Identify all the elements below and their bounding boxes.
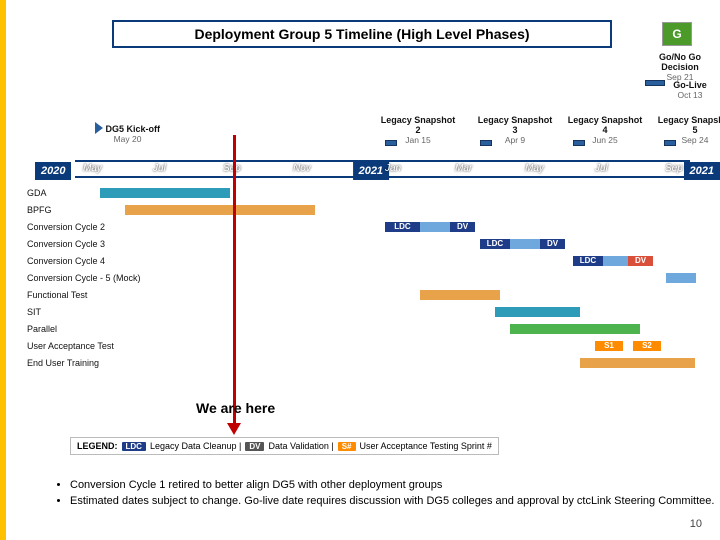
slide-accent-bar	[0, 0, 6, 540]
bar-cc3-mid	[510, 239, 540, 249]
status-chip: G	[662, 22, 692, 46]
row-label-uat: User Acceptance Test	[27, 341, 147, 351]
bar-sit	[495, 307, 580, 317]
bar-cc4-mid	[603, 256, 628, 266]
bar-uat-s2: S2	[633, 341, 661, 351]
bar-cc5	[666, 273, 696, 283]
axis-month: Jul	[153, 163, 166, 174]
milestone-golive: Go-LiveOct 13	[665, 80, 715, 100]
milestone-legacy4-bar	[573, 140, 585, 146]
bar-functional-test	[420, 290, 500, 300]
bar-cc4-ldc: LDC	[573, 256, 603, 266]
bar-bpfg	[125, 205, 315, 215]
milestone-kickoff: DG5 Kick-offMay 20	[95, 120, 160, 144]
bar-parallel	[510, 324, 640, 334]
legend-sprint-text: User Acceptance Testing Sprint #	[360, 441, 492, 451]
row-label-par: Parallel	[27, 324, 147, 334]
bar-cc2-dv: DV	[450, 222, 475, 232]
row-label-eut: End User Training	[27, 358, 147, 368]
bar-uat-s1: S1	[595, 341, 623, 351]
bar-cc3-ldc: LDC	[480, 239, 510, 249]
milestone-legacy3-bar	[480, 140, 492, 146]
row-label-ft: Functional Test	[27, 290, 147, 300]
milestone-golive-bar	[645, 80, 665, 86]
milestone-gonogo: Go/No Go DecisionSep 21	[650, 52, 710, 82]
axis-month: Nov	[293, 163, 311, 174]
axis-row: 2020 2021 2021 May Jul Sep Nov Jan Mar M…	[75, 160, 690, 178]
axis-month: May	[83, 163, 102, 174]
bullet-item: Estimated dates subject to change. Go-li…	[70, 494, 714, 510]
bar-end-user-training	[580, 358, 695, 368]
legend-prefix: LEGEND:	[77, 441, 118, 451]
axis-month: Sep	[223, 163, 241, 174]
legend-ldc-text: Legacy Data Cleanup |	[150, 441, 241, 451]
axis-month: Jan	[385, 163, 401, 174]
row-label-cc2: Conversion Cycle 2	[27, 222, 147, 232]
bullet-item: Conversion Cycle 1 retired to better ali…	[70, 478, 714, 494]
today-label: We are here	[196, 400, 275, 416]
axis-year-mid: 2021	[353, 162, 389, 180]
legend-dv-text: Data Validation |	[268, 441, 333, 451]
axis-month: Sep	[665, 163, 683, 174]
bar-cc3-dv: DV	[540, 239, 565, 249]
bullet-list: Conversion Cycle 1 retired to better ali…	[56, 478, 714, 510]
slide-title: Deployment Group 5 Timeline (High Level …	[112, 20, 612, 48]
today-line	[233, 135, 236, 425]
bar-gda	[100, 188, 230, 198]
milestone-legacy2-bar	[385, 140, 397, 146]
row-label-sit: SIT	[27, 307, 147, 317]
axis-month: Jul	[595, 163, 608, 174]
axis-year-left: 2020	[35, 162, 71, 180]
legend-dv-pill: DV	[245, 442, 264, 451]
today-arrow-icon	[227, 423, 241, 435]
axis-month: May	[525, 163, 544, 174]
legend-box: LEGEND: LDC Legacy Data Cleanup | DV Dat…	[70, 437, 499, 455]
bar-cc4-dv: DV	[628, 256, 653, 266]
axis-month: Mar	[455, 163, 472, 174]
timeline-chart: Go/No Go DecisionSep 21 Go-LiveOct 13 DG…	[75, 60, 690, 395]
row-label-cc3: Conversion Cycle 3	[27, 239, 147, 249]
milestone-legacy5-bar	[664, 140, 676, 146]
axis-year-right: 2021	[684, 162, 720, 180]
bar-cc2-ldc: LDC	[385, 222, 420, 232]
legend-ldc-pill: LDC	[122, 442, 146, 451]
page-number: 10	[690, 518, 702, 530]
bar-cc2-mid	[420, 222, 450, 232]
legend-sprint-pill: S#	[338, 442, 356, 451]
row-label-cc5: Conversion Cycle - 5 (Mock)	[27, 273, 147, 283]
row-label-cc4: Conversion Cycle 4	[27, 256, 147, 266]
